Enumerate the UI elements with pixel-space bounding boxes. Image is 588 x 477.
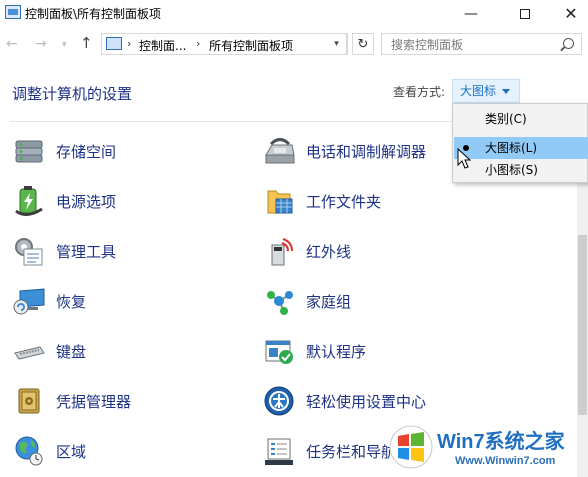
item-label: 键盘 <box>56 342 87 361</box>
item-label: 工作文件夹 <box>306 192 382 211</box>
menu-item-label: 大图标(L) <box>485 141 538 155</box>
watermark-url: Www.Winwin7.com <box>455 455 556 467</box>
refresh-button[interactable]: ↻ <box>352 33 374 55</box>
item-label: 电话和调制解调器 <box>306 142 427 161</box>
breadcrumb-separator-icon[interactable]: › <box>196 37 200 50</box>
recovery-icon <box>12 285 46 317</box>
taskbar-navigation-icon <box>262 435 296 467</box>
minimize-button[interactable]: — <box>448 0 494 27</box>
vertical-scrollbar[interactable] <box>577 183 588 477</box>
item-label: 电源选项 <box>56 192 117 211</box>
window-title: 控制面板\所有控制面板项 <box>25 7 162 21</box>
recent-locations-chevron-down-icon[interactable]: ▾ <box>62 40 67 50</box>
page-title: 调整计算机的设置 <box>12 85 133 103</box>
item-storage-spaces[interactable]: 存储空间 <box>12 134 116 168</box>
item-label: 区域 <box>56 442 87 461</box>
item-homegroup[interactable]: 家庭组 <box>262 284 351 318</box>
breadcrumb-all-items[interactable]: 所有控制面板项 <box>209 37 293 54</box>
menu-item-label: 小图标(S) <box>485 163 538 177</box>
address-bar[interactable]: › 控制面... › 所有控制面板项 <box>101 33 348 55</box>
menu-item-category[interactable]: 类别(C) <box>454 108 588 130</box>
item-label: 默认程序 <box>306 342 367 361</box>
default-programs-icon <box>262 335 296 367</box>
item-label: 凭据管理器 <box>56 392 132 411</box>
item-power-options[interactable]: 电源选项 <box>12 184 116 218</box>
item-label: 恢复 <box>56 292 87 311</box>
item-infrared[interactable]: 红外线 <box>262 234 351 268</box>
view-by-dropdown[interactable]: 大图标 <box>452 79 520 103</box>
item-label: 任务栏和导航 <box>306 442 397 461</box>
close-button[interactable]: ✕ <box>548 0 588 27</box>
region-icon <box>12 435 46 467</box>
view-by-value: 大图标 <box>460 84 497 98</box>
control-panel-icon <box>5 5 21 19</box>
credential-manager-icon <box>12 385 46 417</box>
admin-tools-icon <box>12 235 46 267</box>
maximize-button[interactable] <box>502 0 548 27</box>
search-input[interactable] <box>382 35 552 55</box>
phone-modem-icon <box>262 135 296 167</box>
item-ease-of-access[interactable]: 轻松使用设置中心 <box>262 384 426 418</box>
title-bar: 控制面板\所有控制面板项 — ✕ <box>0 0 588 27</box>
item-credential-manager[interactable]: 凭据管理器 <box>12 384 131 418</box>
forward-button[interactable]: → <box>35 36 47 52</box>
breadcrumb-control-panel[interactable]: 控制面... <box>139 37 186 54</box>
menu-item-large-icons[interactable]: 大图标(L) <box>454 137 588 159</box>
item-work-folders[interactable]: 工作文件夹 <box>262 184 381 218</box>
item-phone-modem[interactable]: 电话和调制解调器 <box>262 134 426 168</box>
homegroup-icon <box>262 285 296 317</box>
item-admin-tools[interactable]: 管理工具 <box>12 234 116 268</box>
item-keyboard[interactable]: 键盘 <box>12 334 86 368</box>
storage-spaces-icon <box>12 135 46 167</box>
scrollbar-thumb[interactable] <box>578 235 587 415</box>
item-label: 轻松使用设置中心 <box>306 392 427 411</box>
win7-watermark-logo-icon <box>389 425 433 469</box>
watermark-title: Win7系统之家 <box>437 431 565 453</box>
up-button[interactable]: ↑ <box>80 34 93 52</box>
menu-item-label: 类别(C) <box>485 112 527 126</box>
item-region[interactable]: 区域 <box>12 434 86 468</box>
infrared-icon <box>262 235 296 267</box>
back-button[interactable]: ← <box>6 36 18 52</box>
power-options-icon <box>12 185 46 217</box>
search-box[interactable] <box>381 33 582 55</box>
address-history-chevron-down-icon[interactable]: ▾ <box>327 33 347 55</box>
item-label: 管理工具 <box>56 242 117 261</box>
ease-of-access-icon <box>262 385 296 417</box>
breadcrumb-separator-icon[interactable]: › <box>127 37 131 50</box>
view-by-label: 查看方式: <box>393 85 446 99</box>
item-taskbar-navigation[interactable]: 任务栏和导航 <box>262 434 396 468</box>
work-folders-icon <box>262 185 296 217</box>
item-label: 存储空间 <box>56 142 117 161</box>
navigation-bar: ← → ▾ ↑ › 控制面... › 所有控制面板项 ▾ ↻ <box>0 27 588 61</box>
control-panel-icon <box>106 37 122 50</box>
item-recovery[interactable]: 恢复 <box>12 284 86 318</box>
mouse-cursor-icon <box>457 148 471 169</box>
keyboard-icon <box>12 335 46 367</box>
view-by-menu: 类别(C) 大图标(L) 小图标(S) <box>452 103 588 183</box>
item-default-programs[interactable]: 默认程序 <box>262 334 366 368</box>
menu-item-small-icons[interactable]: 小图标(S) <box>454 159 588 181</box>
item-label: 红外线 <box>306 242 352 261</box>
item-label: 家庭组 <box>306 292 352 311</box>
search-icon[interactable] <box>563 38 574 49</box>
chevron-down-icon <box>502 89 510 94</box>
maximize-icon <box>520 8 530 19</box>
